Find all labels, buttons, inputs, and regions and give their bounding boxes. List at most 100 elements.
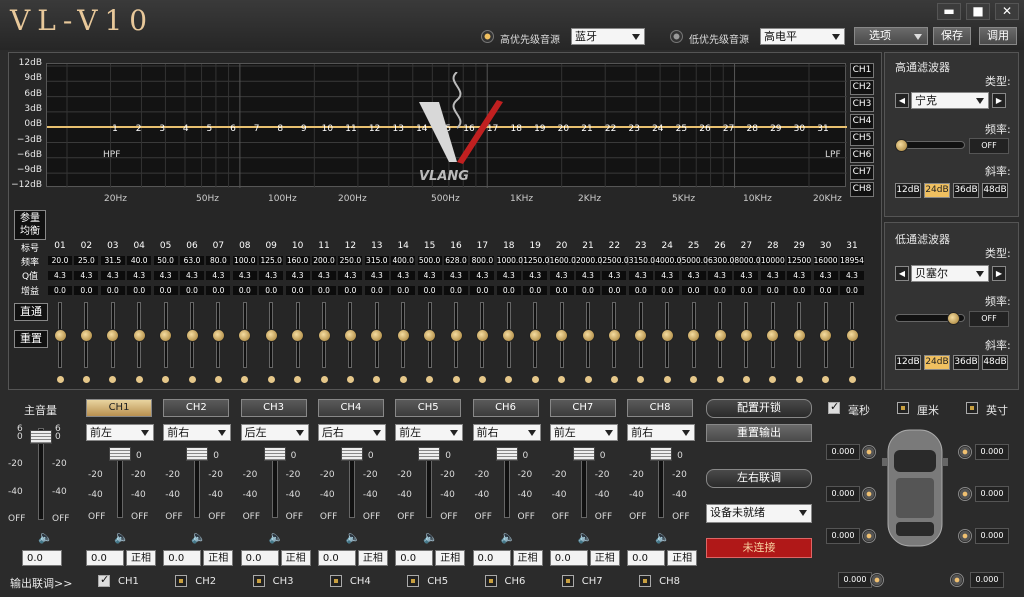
delay-value[interactable]: 0.000 (826, 486, 860, 502)
eq-band-dot[interactable] (346, 376, 354, 383)
band-q[interactable]: 4.3 (312, 271, 336, 280)
band-gain[interactable]: 0.0 (470, 286, 495, 295)
speaker-icon[interactable]: 🔈 (191, 530, 206, 544)
unit-checkbox[interactable] (897, 402, 909, 414)
low-source-select[interactable]: 高电平 (760, 28, 845, 45)
band-gain[interactable]: 0.0 (312, 286, 336, 295)
ch5-link-checkbox[interactable] (407, 575, 420, 587)
unit-checkbox[interactable] (828, 400, 840, 414)
ch4-tab[interactable]: CH4 (317, 399, 384, 417)
band-gain[interactable]: 0.0 (496, 286, 521, 295)
side-ch7-button[interactable]: CH7 (850, 165, 874, 180)
eq-band-dot[interactable] (214, 376, 222, 383)
recall-button[interactable]: 调用 (979, 27, 1017, 45)
speaker-delay-icon[interactable] (958, 487, 972, 501)
ch6-tab[interactable]: CH6 (472, 399, 539, 417)
band-freq[interactable]: 315.0 (364, 256, 389, 265)
eq-slider-knob[interactable] (423, 329, 437, 342)
save-button[interactable]: 保存 (933, 27, 971, 45)
speaker-delay-icon[interactable] (958, 445, 972, 459)
speaker-icon[interactable]: 🔈 (114, 530, 129, 544)
eq-slider-knob[interactable] (132, 329, 146, 342)
eq-slider-knob[interactable] (291, 329, 305, 342)
eq-band-dot[interactable] (610, 376, 618, 383)
band-freq[interactable]: 5000.0 (681, 256, 708, 265)
eq-band-dot[interactable] (531, 376, 539, 383)
eq-slider-knob[interactable] (607, 329, 621, 342)
ch2-fader-knob[interactable] (186, 447, 209, 461)
band-q[interactable]: 4.3 (180, 271, 204, 280)
lpf-slope-12db-button[interactable]: 12dB (895, 355, 921, 370)
ch5-volume-value[interactable]: 0.0 (395, 550, 434, 566)
band-gain[interactable]: 0.0 (655, 286, 680, 295)
ch1-phase-button[interactable]: 正相 (126, 550, 156, 566)
high-priority-radio[interactable] (481, 30, 494, 43)
config-lock-button[interactable]: 配置开锁 (706, 399, 812, 418)
close-button[interactable]: ✕ (995, 3, 1019, 20)
speaker-icon[interactable]: 🔈 (423, 530, 438, 544)
band-q[interactable]: 4.3 (496, 271, 521, 280)
band-freq[interactable]: 250.0 (338, 256, 363, 265)
band-gain[interactable]: 0.0 (153, 286, 178, 295)
ch1-position-select[interactable]: 前左 (86, 424, 154, 441)
eq-band-dot[interactable] (56, 376, 64, 383)
band-q[interactable]: 4.3 (760, 271, 785, 280)
lpf-slope-36db-button[interactable]: 36dB (953, 355, 979, 370)
band-q[interactable]: 4.3 (153, 271, 178, 280)
eq-slider-knob[interactable] (660, 329, 674, 342)
ch7-position-select[interactable]: 前左 (549, 424, 618, 441)
hpf-freq-value[interactable]: OFF (969, 138, 1009, 154)
ch1-link-checkbox[interactable] (98, 573, 110, 587)
eq-slider-knob[interactable] (581, 329, 595, 342)
band-q[interactable]: 4.3 (655, 271, 680, 280)
eq-slider-knob[interactable] (343, 329, 357, 342)
band-freq[interactable]: 16000 (813, 256, 838, 265)
ch5-position-select[interactable]: 前左 (395, 424, 464, 441)
side-ch1-button[interactable]: CH1 (850, 63, 874, 78)
ch8-position-select[interactable]: 前右 (627, 424, 696, 441)
band-q[interactable]: 4.3 (417, 271, 442, 280)
band-freq[interactable]: 40.0 (127, 256, 152, 265)
eq-slider-knob[interactable] (79, 329, 93, 342)
band-gain[interactable]: 0.0 (813, 286, 838, 295)
ch7-fader-knob[interactable] (572, 447, 595, 461)
ch2-volume-value[interactable]: 0.0 (163, 550, 202, 566)
low-priority-radio[interactable] (670, 30, 683, 43)
eq-band-dot[interactable] (82, 376, 90, 383)
band-gain[interactable]: 0.0 (180, 286, 204, 295)
speaker-delay-icon[interactable] (958, 529, 972, 543)
band-q[interactable]: 4.3 (127, 271, 152, 280)
peq-button[interactable]: 参量 均衡 (14, 210, 46, 240)
eq-band-dot[interactable] (452, 376, 460, 383)
band-q[interactable]: 4.3 (48, 271, 72, 280)
master-fader-knob[interactable] (30, 430, 52, 444)
lr-link-button[interactable]: 左右联调 (706, 469, 812, 488)
delay-value[interactable]: 0.000 (970, 572, 1004, 588)
band-gain[interactable]: 0.0 (787, 286, 812, 295)
ch6-fader-knob[interactable] (495, 447, 518, 461)
side-ch2-button[interactable]: CH2 (850, 80, 874, 95)
hpf-slope-48db-button[interactable]: 48dB (982, 183, 1008, 198)
band-gain[interactable]: 0.0 (259, 286, 284, 295)
band-gain[interactable]: 0.0 (734, 286, 759, 295)
band-freq[interactable]: 200.0 (312, 256, 336, 265)
band-q[interactable]: 4.3 (523, 271, 548, 280)
band-freq[interactable]: 12500 (787, 256, 812, 265)
band-q[interactable]: 4.3 (734, 271, 759, 280)
ch2-phase-button[interactable]: 正相 (203, 550, 234, 566)
band-gain[interactable]: 0.0 (576, 286, 600, 295)
band-q[interactable]: 4.3 (100, 271, 125, 280)
band-gain[interactable]: 0.0 (840, 286, 864, 295)
ch4-link-checkbox[interactable] (329, 575, 342, 587)
band-q[interactable]: 4.3 (285, 271, 310, 280)
band-q[interactable]: 4.3 (602, 271, 627, 280)
speaker-delay-icon[interactable] (950, 573, 964, 587)
lpf-freq-knob[interactable] (947, 312, 960, 325)
eq-band-dot[interactable] (848, 376, 856, 383)
band-freq[interactable]: 800.0 (470, 256, 495, 265)
band-freq[interactable]: 4000.0 (655, 256, 681, 265)
eq-slider-knob[interactable] (211, 329, 225, 342)
band-gain[interactable]: 0.0 (285, 286, 310, 295)
eq-band-dot[interactable] (742, 376, 750, 383)
lpf-slope-48db-button[interactable]: 48dB (982, 355, 1008, 370)
